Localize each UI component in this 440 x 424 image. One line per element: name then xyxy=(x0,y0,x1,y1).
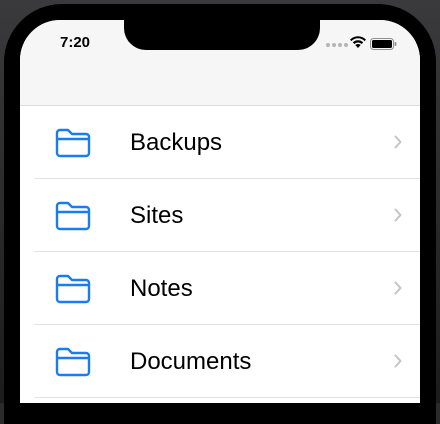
phone-screen: 7:20 Backups Sites Notes Documents xyxy=(20,20,420,403)
folder-row-backups[interactable]: Backups xyxy=(20,106,420,179)
chevron-right-icon xyxy=(394,354,402,368)
folder-icon xyxy=(55,128,91,158)
cellular-signal-icon xyxy=(326,42,350,48)
status-bar: 7:20 xyxy=(20,20,420,106)
folder-row-sites[interactable]: Sites xyxy=(20,179,420,252)
folder-row-label: Backups xyxy=(130,129,223,156)
device-notch xyxy=(124,20,320,50)
folder-icon xyxy=(55,274,91,304)
status-time: 7:20 xyxy=(60,34,91,51)
folder-row-label: Sites xyxy=(130,202,184,229)
folder-row-label: Notes xyxy=(130,275,193,302)
wifi-icon xyxy=(350,36,366,48)
chevron-right-icon xyxy=(394,281,402,295)
chevron-right-icon xyxy=(394,135,402,149)
folder-icon xyxy=(55,201,91,231)
folder-row-label: Documents xyxy=(130,348,252,375)
folder-icon xyxy=(55,347,91,377)
chevron-right-icon xyxy=(394,208,402,222)
folder-list: Backups Sites Notes Documents xyxy=(20,106,420,398)
row-separator xyxy=(34,397,420,398)
folder-row-notes[interactable]: Notes xyxy=(20,252,420,325)
battery-icon xyxy=(370,38,397,50)
folder-row-documents[interactable]: Documents xyxy=(20,325,420,398)
